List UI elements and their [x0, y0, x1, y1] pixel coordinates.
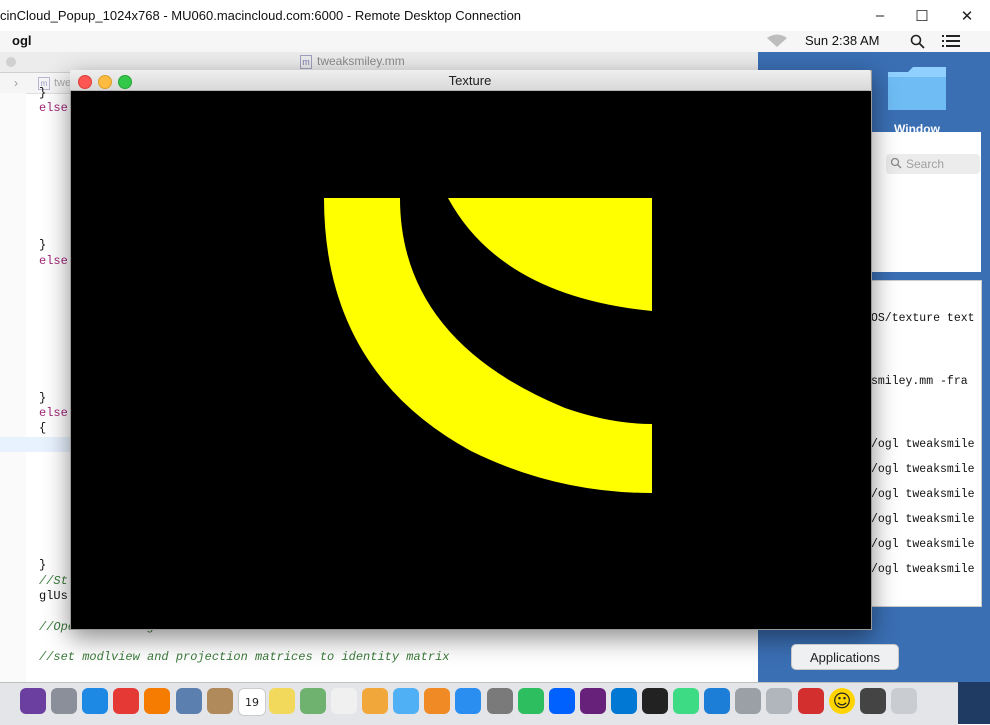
launchpad-icon[interactable] [51, 688, 77, 714]
rdp-window-title: cinCloud_Popup_1024x768 - MU060.macinclo… [0, 8, 522, 23]
search-placeholder: Search [906, 157, 945, 171]
terminal-line: /ogl tweaksmile [871, 513, 975, 526]
wifi-icon[interactable] [766, 34, 788, 53]
reminders-icon[interactable] [331, 688, 357, 714]
xcode-icon[interactable] [704, 688, 730, 714]
code-line[interactable]: } [39, 391, 46, 405]
terminal-icon[interactable] [642, 688, 668, 714]
menubar-clock[interactable]: Sun 2:38 AM [805, 33, 879, 48]
close-button[interactable]: ✕ [944, 0, 990, 31]
code-line[interactable]: } [39, 86, 46, 100]
network-utility-icon[interactable] [766, 688, 792, 714]
safari-icon[interactable] [82, 688, 108, 714]
search-icon [890, 156, 902, 174]
trash-icon[interactable] [891, 688, 917, 714]
code-line[interactable]: else [39, 406, 68, 420]
terminal-line: OS/texture text [871, 312, 975, 325]
siri-icon[interactable] [20, 688, 46, 714]
appstore-icon[interactable] [455, 688, 481, 714]
terminal-line: /ogl tweaksmile [871, 463, 975, 476]
chevron-right-icon[interactable]: › [14, 76, 18, 90]
code-line[interactable]: //set modlview and projection matrices t… [39, 650, 449, 664]
terminal-line: /ogl tweaksmile [871, 438, 975, 451]
jump-bar-crumb[interactable]: twe [54, 77, 71, 89]
editor-file-name: tweaksmiley.mm [317, 54, 405, 68]
minimize-button[interactable]: – [857, 0, 903, 31]
books-icon[interactable] [424, 688, 450, 714]
visual-studio-icon[interactable] [580, 688, 606, 714]
photos-icon[interactable] [362, 688, 388, 714]
code-line[interactable]: { [39, 421, 46, 435]
app-menu-name[interactable]: ogl [12, 33, 32, 48]
dropbox-icon[interactable] [549, 688, 575, 714]
instruments-icon[interactable] [735, 688, 761, 714]
system-prefs-icon[interactable] [487, 688, 513, 714]
code-line[interactable]: } [39, 238, 46, 252]
chrome-icon[interactable] [113, 688, 139, 714]
editor-close-dot[interactable] [6, 57, 16, 67]
messages-icon[interactable] [393, 688, 419, 714]
code-line[interactable]: else [39, 254, 68, 268]
maps-icon[interactable] [300, 688, 326, 714]
code-line[interactable]: } [39, 558, 46, 572]
acrobat-icon[interactable] [798, 688, 824, 714]
preview-icon[interactable] [176, 688, 202, 714]
dock-tooltip: Applications [791, 644, 899, 670]
terminal-line: smiley.mm -fra [871, 375, 968, 388]
android-studio-icon[interactable] [673, 688, 699, 714]
line-gutter [0, 93, 26, 682]
terminal-line: /ogl tweaksmile [871, 563, 975, 576]
current-line-highlight [0, 437, 70, 452]
firefox-icon[interactable] [144, 688, 170, 714]
notes-icon[interactable] [269, 688, 295, 714]
code-line[interactable]: glUs [39, 589, 68, 603]
smiley-app-icon[interactable]: ☺ [829, 688, 855, 714]
terminal-line: /ogl tweaksmile [871, 488, 975, 501]
contacts-icon[interactable] [207, 688, 233, 714]
texture-window-title: Texture [448, 73, 492, 88]
finder-search-field[interactable]: Search [886, 154, 980, 174]
evernote-icon[interactable] [518, 688, 544, 714]
code-line[interactable]: else [39, 101, 68, 115]
notification-center-icon[interactable] [942, 35, 960, 53]
terminal-line: /ogl tweaksmile [871, 538, 975, 551]
desktop-strip [958, 682, 990, 724]
maximize-button[interactable]: ☐ [899, 0, 945, 31]
texture-window [70, 70, 872, 630]
finder-window [870, 132, 981, 272]
screen-sharing-icon[interactable] [860, 688, 886, 714]
vscode-icon[interactable] [611, 688, 637, 714]
spotlight-search-icon[interactable] [910, 34, 925, 54]
calendar-icon[interactable]: 19 [238, 688, 266, 716]
code-line[interactable]: //St [39, 574, 68, 588]
texture-canvas [71, 71, 871, 629]
objc-file-icon: m [300, 55, 312, 69]
